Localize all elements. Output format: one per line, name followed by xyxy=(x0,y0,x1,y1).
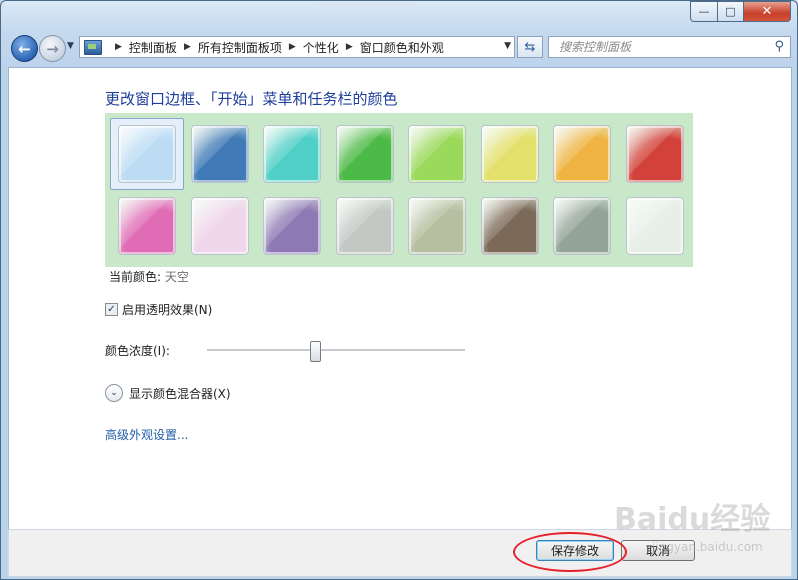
baidu-watermark-url: jingyan.baidu.com xyxy=(652,540,763,554)
main-content: 更改窗口边框、「开始」菜单和任务栏的颜色 当前颜色: 天空 ✓ 启用透明效果(N… xyxy=(8,67,792,530)
refresh-icon: ⇆ xyxy=(524,39,536,55)
breadcrumb-all-items[interactable]: 所有控制面板项 xyxy=(198,39,282,56)
color-swatch-violet[interactable] xyxy=(263,197,321,255)
current-color-label: 当前颜色: xyxy=(109,270,162,284)
close-button[interactable]: ✕ xyxy=(744,1,791,22)
control-panel-icon xyxy=(84,39,102,55)
current-color: 当前颜色: 天空 xyxy=(109,268,189,285)
color-swatch-twilight[interactable] xyxy=(190,125,249,183)
intensity-slider-track[interactable] xyxy=(207,349,465,352)
address-bar[interactable]: ▶ 控制面板 ▶ 所有控制面板项 ▶ 个性化 ▶ 窗口颜色和外观 ▼ xyxy=(79,36,515,58)
arrow-right-icon: → xyxy=(46,39,59,58)
advanced-appearance-link[interactable]: 高级外观设置... xyxy=(105,426,188,443)
chevron-right-icon[interactable]: ▶ xyxy=(115,42,122,52)
window-title-blurred xyxy=(321,3,411,13)
color-mixer-toggle[interactable]: ⌄ 显示颜色混合器(X) xyxy=(105,384,231,402)
color-swatch-tangerine[interactable] xyxy=(553,125,611,183)
color-swatch-blush[interactable] xyxy=(190,197,249,255)
chevron-right-icon[interactable]: ▶ xyxy=(346,42,353,52)
navigation-bar: ← → ▼ ▶ 控制面板 ▶ 所有控制面板项 ▶ 个性化 ▶ 窗口颜色和外观 ▼… xyxy=(1,33,797,62)
page-title: 更改窗口边框、「开始」菜单和任务栏的颜色 xyxy=(105,90,398,108)
color-swatch-fuchsia[interactable] xyxy=(118,197,176,255)
window: — □ ✕ ← → ▼ ▶ 控制面板 ▶ 所有控制面板项 ▶ 个性化 ▶ 窗口颜… xyxy=(0,0,798,580)
color-swatch-lavender[interactable] xyxy=(335,197,394,255)
checkmark-icon: ✓ xyxy=(107,304,116,315)
search-box: ⚲ xyxy=(548,36,791,58)
chevron-down-icon[interactable]: ⌄ xyxy=(105,384,123,402)
color-palette xyxy=(105,113,693,267)
arrow-left-icon: ← xyxy=(18,39,31,58)
maximize-button[interactable]: □ xyxy=(718,1,744,22)
intensity-slider-thumb[interactable] xyxy=(310,341,322,362)
color-swatch-taupe[interactable] xyxy=(408,197,466,255)
color-swatch-sea-foam[interactable] xyxy=(263,125,321,183)
intensity-label: 颜色浓度(I): xyxy=(105,344,170,358)
color-swatch-lime[interactable] xyxy=(408,125,466,183)
baidu-watermark: Baidu经验 xyxy=(614,502,771,537)
transparency-label[interactable]: 启用透明效果(N) xyxy=(122,301,212,318)
breadcrumb-window-color[interactable]: 窗口颜色和外观 xyxy=(360,39,444,56)
history-dropdown-icon[interactable]: ▼ xyxy=(67,41,74,51)
minimize-button[interactable]: — xyxy=(690,1,718,22)
caption-buttons: — □ ✕ xyxy=(690,1,791,22)
forward-button[interactable]: → xyxy=(39,35,66,62)
transparency-checkbox[interactable]: ✓ xyxy=(105,303,118,316)
back-button[interactable]: ← xyxy=(11,35,38,62)
search-input[interactable] xyxy=(557,37,771,57)
color-swatch-frost[interactable] xyxy=(625,197,684,255)
breadcrumb-personalization[interactable]: 个性化 xyxy=(303,39,339,56)
highlight-annotation-oval xyxy=(513,532,627,572)
current-color-value: 天空 xyxy=(164,270,189,284)
color-swatch-sky[interactable] xyxy=(118,125,176,183)
color-swatch-chocolate[interactable] xyxy=(480,197,539,255)
color-swatch-lemon[interactable] xyxy=(480,125,539,183)
color-swatch-ruby[interactable] xyxy=(625,125,684,183)
color-swatch-leaf[interactable] xyxy=(335,125,394,183)
color-swatch-slate[interactable] xyxy=(553,197,611,255)
breadcrumb-control-panel[interactable]: 控制面板 xyxy=(129,39,177,56)
chevron-right-icon[interactable]: ▶ xyxy=(289,42,296,52)
address-dropdown-icon[interactable]: ▼ xyxy=(504,41,511,51)
search-icon[interactable]: ⚲ xyxy=(774,39,784,54)
transparency-option[interactable]: ✓ 启用透明效果(N) xyxy=(105,301,212,318)
refresh-button[interactable]: ⇆ xyxy=(517,36,543,58)
chevron-right-icon[interactable]: ▶ xyxy=(184,42,191,52)
color-mixer-label[interactable]: 显示颜色混合器(X) xyxy=(129,385,231,402)
